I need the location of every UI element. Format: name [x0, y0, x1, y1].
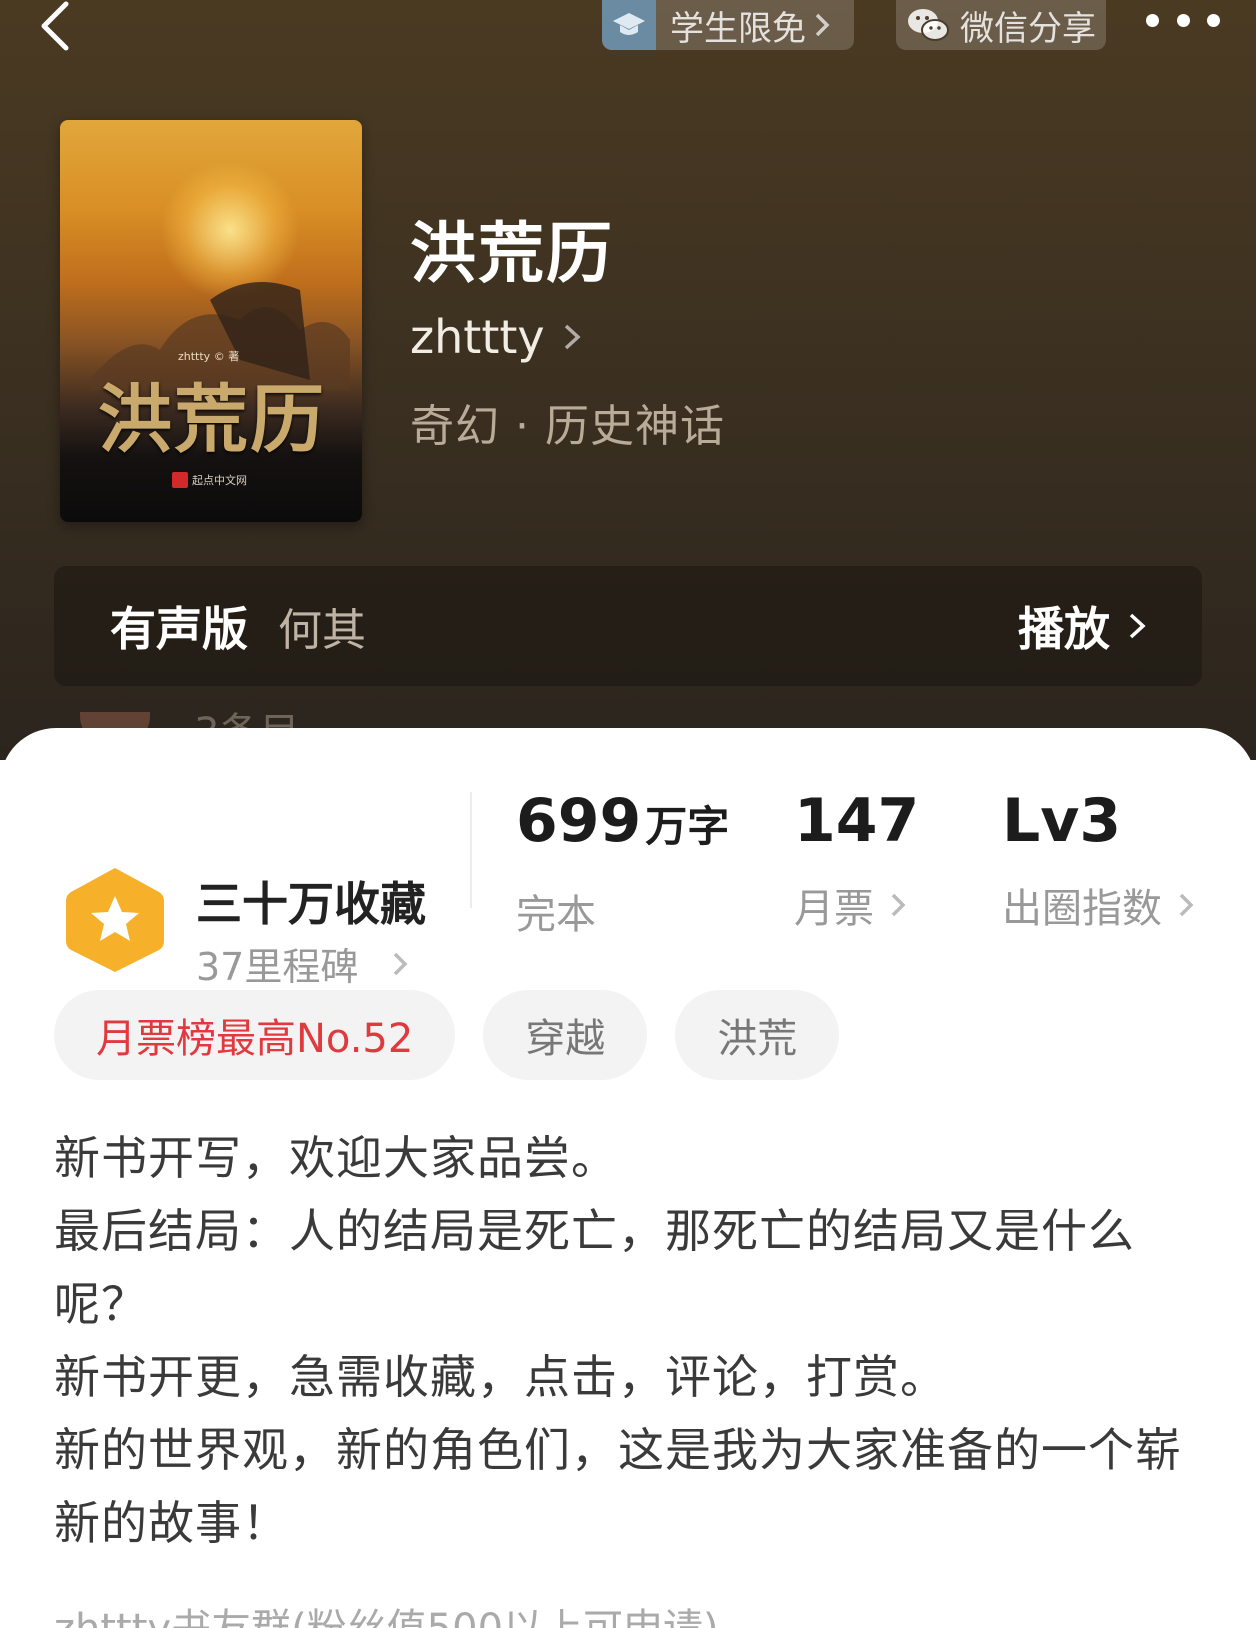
book-cover[interactable]: zhttty © 著 洪荒历 起点中文网: [60, 120, 362, 522]
synopsis-line: 新书开更，急需收藏，点击，评论，打赏。: [54, 1350, 947, 1404]
audio-version-bar[interactable]: 有声版 何其 播放: [54, 566, 1202, 686]
chevron-right-icon: [564, 324, 581, 350]
cover-title: 洪荒历: [98, 377, 326, 463]
synopsis-line: 新书开写，欢迎大家品尝。: [54, 1131, 618, 1185]
divider: [470, 792, 472, 908]
tag-ranking[interactable]: 月票榜最高No.52: [54, 990, 456, 1080]
milestone-title[interactable]: 三十万收藏: [196, 868, 426, 934]
graduation-cap-icon: [602, 0, 656, 50]
chevron-right-icon: [815, 13, 830, 37]
peek-text: 3条目: [194, 700, 304, 730]
book-genre: 奇幻 · 历史神话: [410, 401, 725, 452]
play-button[interactable]: 播放: [1018, 593, 1146, 659]
wechat-share-label: 微信分享: [960, 8, 1096, 49]
synopsis-line: 新的世界观，新的角色们，这是我为大家准备的一个崭新的故事！: [54, 1423, 1182, 1550]
audio-version-label: 有声版: [110, 602, 248, 656]
book-synopsis[interactable]: 新书开写，欢迎大家品尝。 最后结局：人的结局是死亡，那死亡的结局又是什么呢？ 新…: [54, 1122, 1204, 1560]
milestone-link[interactable]: 37里程碑: [196, 936, 408, 991]
influence-index-label: 出圈指数: [1002, 886, 1162, 932]
narrator-name: 何其: [278, 605, 366, 656]
author-link[interactable]: zhttty: [410, 310, 581, 364]
completion-status: 完本: [516, 892, 596, 938]
influence-level-value: Lv3: [1002, 786, 1122, 856]
influence-index-stat[interactable]: Lv3 出圈指数: [1002, 786, 1194, 934]
book-title: 洪荒历: [410, 214, 614, 292]
word-count-value: 699: [516, 786, 642, 856]
monthly-votes-stat[interactable]: 147 月票: [794, 786, 919, 934]
chevron-right-icon: [1129, 613, 1146, 639]
wechat-share-button[interactable]: 微信分享: [896, 0, 1106, 50]
student-free-button[interactable]: 学生限免: [602, 0, 854, 50]
milestone-star-icon[interactable]: [60, 864, 170, 974]
chevron-right-icon: [394, 952, 408, 975]
word-count-unit: 万字: [645, 802, 730, 851]
wechat-icon: [908, 9, 949, 41]
qidian-logo-icon: [172, 472, 188, 488]
book-header: 学生限免 微信分享 zhttty © 著 洪荒历 起点中文网 洪荒历 zhttt…: [0, 0, 1256, 760]
fan-group-link[interactable]: zhttty书友群(粉丝值500以上可申请): [54, 1596, 719, 1628]
tag-list: 月票榜最高No.52 穿越 洪荒: [54, 990, 867, 1080]
back-arrow-icon[interactable]: [36, 0, 76, 52]
synopsis-line: 最后结局：人的结局是死亡，那死亡的结局又是什么呢？: [54, 1204, 1135, 1331]
book-detail-panel: 三十万收藏 37里程碑 699 万字 完本 147 月票 Lv3 出圈指数 月票榜…: [0, 728, 1256, 1628]
tag-honghuang[interactable]: 洪荒: [675, 990, 840, 1080]
author-name: zhttty: [410, 310, 545, 364]
monthly-votes-label: 月票: [794, 886, 874, 932]
chevron-right-icon: [1179, 893, 1194, 917]
cover-publisher: 起点中文网: [172, 472, 247, 488]
monthly-votes-value: 147: [794, 786, 920, 856]
word-count-stat: 699 万字 完本: [516, 786, 729, 940]
student-free-label: 学生限免: [670, 8, 806, 49]
tag-time-travel[interactable]: 穿越: [483, 990, 648, 1080]
more-options-icon[interactable]: [1146, 14, 1220, 32]
chevron-right-icon: [891, 893, 906, 917]
